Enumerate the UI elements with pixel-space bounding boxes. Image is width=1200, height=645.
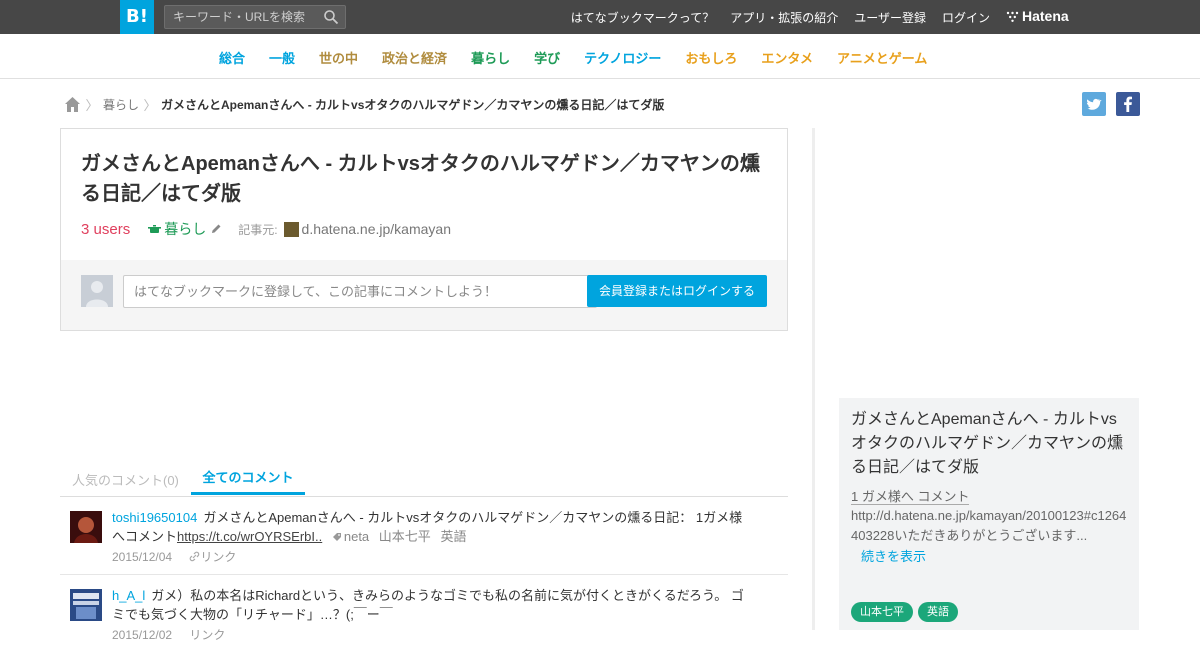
hatena-brand-logo[interactable]: Hatena	[1006, 8, 1069, 24]
column-divider	[812, 128, 815, 630]
summary-title[interactable]: ガメさんとApemanさんへ - カルトvsオタクのハルマゲドン／カマヤンの燻る…	[851, 408, 1129, 480]
comment-text: ガメ）私の本名はRichardという、きみらのようなゴミでも私の名前に気が付くと…	[112, 588, 744, 622]
summary-excerpt: http://d.hatena.ne.jp/kamayan/20100123#c…	[851, 508, 1127, 543]
comment-permalink[interactable]: リンク	[189, 550, 236, 564]
pencil-icon[interactable]	[210, 223, 222, 235]
facebook-share-button[interactable]	[1116, 92, 1140, 116]
comment-form: 会員登録またはログインする	[61, 260, 787, 330]
search-input[interactable]	[173, 6, 318, 28]
source-favicon	[283, 221, 299, 237]
twitter-icon	[1086, 98, 1102, 110]
category-tab[interactable]: 総合	[219, 48, 245, 67]
avatar[interactable]	[70, 511, 102, 543]
comment-tag[interactable]: 山本七平	[379, 529, 431, 544]
search-box	[164, 5, 346, 29]
avatar	[81, 275, 113, 307]
source-link[interactable]: d.hatena.ne.jp/kamayan	[302, 221, 451, 237]
tag-icon	[332, 533, 341, 541]
show-more-link[interactable]: 続きを表示	[861, 546, 926, 565]
comment-input[interactable]	[123, 275, 597, 308]
category-tab[interactable]: アニメとゲーム	[837, 48, 927, 67]
entry-title[interactable]: ガメさんとApemanさんへ - カルトvsオタクのハルマゲドン／カマヤンの燻る…	[81, 149, 771, 209]
login-link[interactable]: ログイン	[942, 9, 990, 26]
register-or-login-button[interactable]: 会員登録またはログインする	[587, 275, 767, 307]
register-link[interactable]: ユーザー登録	[854, 9, 926, 26]
breadcrumb-title: ガメさんとApemanさんへ - カルトvsオタクのハルマゲドン／カマヤンの燻る…	[161, 97, 665, 112]
pot-icon	[148, 224, 162, 233]
comment-date[interactable]: 2015/12/02	[112, 628, 172, 642]
entry-category-link[interactable]: 暮らし	[148, 219, 206, 239]
category-tab[interactable]: 学び	[534, 48, 560, 67]
comment-date[interactable]: 2015/12/04	[112, 550, 172, 564]
category-tab[interactable]: エンタメ	[761, 48, 813, 67]
category-nav: 総合 一般 世の中 政治と経済 暮らし 学び テクノロジー おもしろ エンタメ アニメとゲーム	[0, 34, 1200, 79]
about-link[interactable]: はてなブックマークって？	[571, 9, 714, 26]
entry-card: ガメさんとApemanさんへ - カルトvsオタクのハルマゲドン／カマヤンの燻る…	[60, 128, 788, 331]
comment-meta: 2015/12/04 リンク	[112, 548, 752, 567]
comment-username[interactable]: toshi19650104	[112, 510, 197, 525]
comment-url[interactable]: https://t.co/wrOYRSErbI..	[177, 529, 322, 544]
entry-meta: 3 users 暮らし 記事元: d.hatena.ne.jp/kamayan	[81, 219, 451, 239]
hatena-bookmark-logo[interactable]: B!	[120, 0, 154, 34]
facebook-icon	[1124, 96, 1132, 112]
comment-meta: 2015/12/02 リンク	[112, 626, 752, 645]
avatar[interactable]	[70, 589, 102, 621]
category-tab[interactable]: テクノロジー	[584, 48, 661, 67]
comment-body: h_A_l ガメ）私の本名はRichardという、きみらのようなゴミでも私の名前に…	[112, 586, 752, 645]
chevron-right-icon: 〉	[143, 97, 157, 113]
global-header: B! はてなブックマークって？ アプリ・拡張の紹介 ユーザー登録 ログイン Ha…	[0, 0, 1200, 34]
comment-tag[interactable]: neta	[332, 529, 369, 544]
comment-username[interactable]: h_A_l	[112, 588, 145, 603]
tab-all-comments[interactable]: 全てのコメント	[191, 462, 305, 495]
home-icon[interactable]	[64, 96, 81, 113]
comment-tag[interactable]: 英語	[440, 529, 466, 544]
tag-chip[interactable]: 英語	[918, 602, 958, 622]
entry-category-label: 暮らし	[164, 221, 207, 237]
link-icon	[190, 551, 200, 562]
source-label: 記事元:	[238, 222, 278, 237]
comment-tabs: 人気のコメント(0) 全てのコメント	[60, 462, 788, 497]
category-list: 総合 一般 世の中 政治と経済 暮らし 学び テクノロジー おもしろ エンタメ アニメとゲーム	[219, 48, 927, 67]
summary-subtitle: 1 ガメ様へ コメント	[851, 489, 970, 505]
comment-item: toshi19650104 ガメさんとApemanさんへ - カルトvsオタクのハ…	[60, 508, 788, 575]
apps-link[interactable]: アプリ・拡張の紹介	[730, 9, 838, 26]
chevron-right-icon: 〉	[85, 97, 99, 113]
hatena-mark-icon	[1006, 11, 1019, 22]
tag-chip[interactable]: 山本七平	[851, 602, 913, 622]
hatena-brand-text: Hatena	[1022, 8, 1069, 24]
breadcrumb-category[interactable]: 暮らし	[103, 96, 139, 113]
comment-body: toshi19650104 ガメさんとApemanさんへ - カルトvsオタクのハ…	[112, 508, 752, 567]
search-icon[interactable]	[323, 9, 339, 25]
category-tab[interactable]: おもしろ	[685, 48, 737, 67]
breadcrumb: 〉 暮らし 〉 ガメさんとApemanさんへ - カルトvsオタクのハルマゲドン…	[64, 94, 664, 114]
header-links: はてなブックマークって？ アプリ・拡張の紹介 ユーザー登録 ログイン	[571, 0, 990, 34]
entry-summary-card: ガメさんとApemanさんへ - カルトvsオタクのハルマゲドン／カマヤンの燻る…	[839, 398, 1139, 630]
user-silhouette-icon	[86, 281, 108, 307]
bookmark-users-count[interactable]: 3 users	[81, 221, 130, 238]
category-tab[interactable]: 世の中	[319, 48, 358, 67]
category-tab[interactable]: 暮らし	[471, 48, 510, 67]
category-tab[interactable]: 一般	[269, 48, 295, 67]
tab-popular-comments[interactable]: 人気のコメント(0)	[72, 470, 179, 489]
category-tab[interactable]: 政治と経済	[382, 48, 447, 67]
twitter-share-button[interactable]	[1082, 92, 1106, 116]
comment-permalink[interactable]: リンク	[189, 628, 225, 642]
summary-tags: 山本七平 英語	[851, 602, 958, 622]
comment-item: h_A_l ガメ）私の本名はRichardという、きみらのようなゴミでも私の名前に…	[60, 586, 788, 642]
